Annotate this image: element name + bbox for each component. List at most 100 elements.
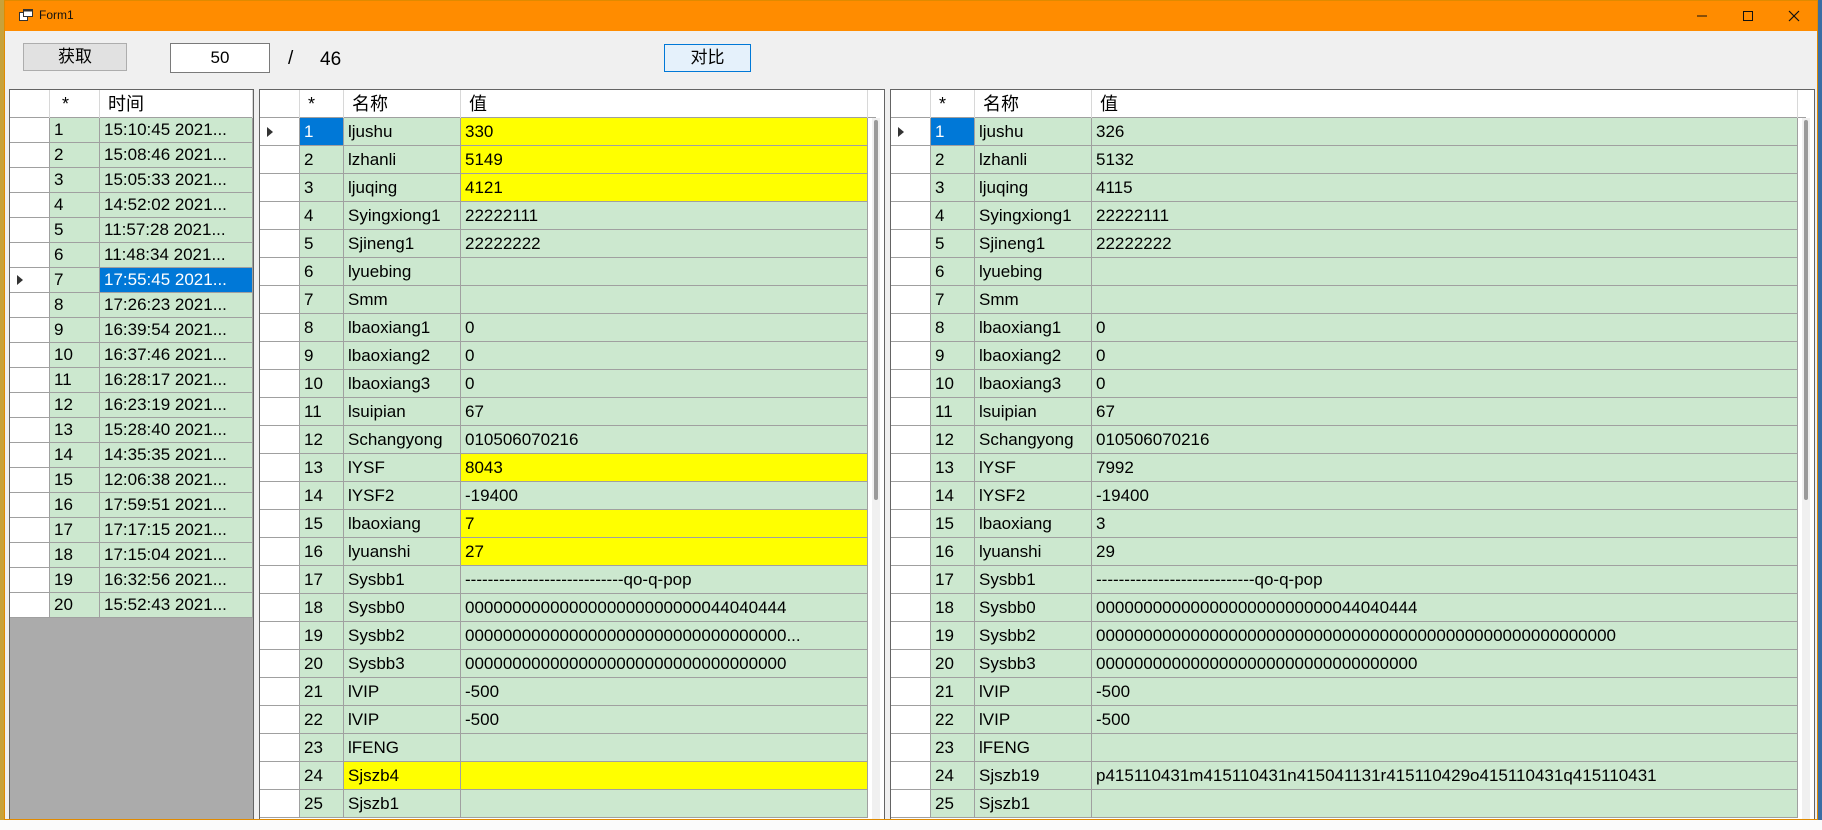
row-header[interactable]	[10, 118, 50, 142]
row-header[interactable]	[891, 174, 931, 201]
row-header[interactable]	[260, 650, 300, 677]
row-value[interactable]: 0000000000000000000000000044040444	[1092, 594, 1798, 621]
row-value[interactable]: 0	[461, 370, 868, 397]
row-value[interactable]: 7992	[1092, 454, 1798, 481]
list-item[interactable]: 5 11:57:28 2021...	[10, 218, 253, 243]
vertical-scrollbar[interactable]	[1802, 118, 1810, 819]
row-header[interactable]	[260, 258, 300, 285]
row-header[interactable]	[891, 678, 931, 705]
table-row[interactable]: 7 Smm	[260, 286, 868, 314]
row-value[interactable]: 8043	[461, 454, 868, 481]
table-row[interactable]: 10 lbaoxiang3 0	[891, 370, 1798, 398]
row-value[interactable]: 0	[461, 314, 868, 341]
row-header[interactable]	[891, 538, 931, 565]
row-header[interactable]	[891, 622, 931, 649]
list-item[interactable]: 7 17:55:45 2021...	[10, 268, 253, 293]
row-header[interactable]	[260, 174, 300, 201]
list-item[interactable]: 20 15:52:43 2021...	[10, 593, 253, 618]
row-header[interactable]	[260, 118, 300, 145]
table-row[interactable]: 23 lFENG	[891, 734, 1798, 762]
list-item[interactable]: 8 17:26:23 2021...	[10, 293, 253, 318]
row-value[interactable]	[1092, 790, 1798, 817]
maximize-button[interactable]	[1725, 1, 1771, 31]
row-header[interactable]	[891, 230, 931, 257]
table-row[interactable]: 13 lYSF 8043	[260, 454, 868, 482]
table-row[interactable]: 14 lYSF2 -19400	[260, 482, 868, 510]
table-row[interactable]: 6 lyuebing	[260, 258, 868, 286]
list-item[interactable]: 16 17:59:51 2021...	[10, 493, 253, 518]
row-header[interactable]	[260, 146, 300, 173]
table-row[interactable]: 11 lsuipian 67	[891, 398, 1798, 426]
compare-button[interactable]: 对比	[664, 44, 751, 72]
row-header[interactable]	[260, 734, 300, 761]
row-value[interactable]: 7	[461, 510, 868, 537]
row-header[interactable]	[260, 678, 300, 705]
row-value[interactable]	[461, 286, 868, 313]
row-header[interactable]	[260, 398, 300, 425]
table-row[interactable]: 8 lbaoxiang1 0	[260, 314, 868, 342]
row-value[interactable]: 29	[1092, 538, 1798, 565]
row-header[interactable]	[260, 230, 300, 257]
table-row[interactable]: 23 lFENG	[260, 734, 868, 762]
table-row[interactable]: 6 lyuebing	[891, 258, 1798, 286]
list-item[interactable]: 18 17:15:04 2021...	[10, 543, 253, 568]
row-value[interactable]	[1092, 734, 1798, 761]
table-row[interactable]: 3 ljuqing 4115	[891, 174, 1798, 202]
table-row[interactable]: 3 ljuqing 4121	[260, 174, 868, 202]
row-header[interactable]	[10, 368, 50, 392]
row-header[interactable]	[260, 762, 300, 789]
row-value[interactable]: ----------------------------qo-q-pop	[1092, 566, 1798, 593]
table-row[interactable]: 18 Sysbb0 00000000000000000000000000440404…	[260, 594, 868, 622]
row-header[interactable]	[260, 594, 300, 621]
column-header-time[interactable]: 时间	[100, 90, 253, 118]
row-header[interactable]	[10, 443, 50, 467]
row-value[interactable]: 5149	[461, 146, 868, 173]
row-header[interactable]	[260, 510, 300, 537]
row-header[interactable]	[891, 370, 931, 397]
row-header[interactable]	[891, 342, 931, 369]
row-header[interactable]	[10, 318, 50, 342]
row-header[interactable]	[891, 118, 931, 145]
list-item[interactable]: 15 12:06:38 2021...	[10, 468, 253, 493]
table-row[interactable]: 12 Schangyong 010506070216	[891, 426, 1798, 454]
row-header[interactable]	[260, 622, 300, 649]
row-header[interactable]	[10, 518, 50, 542]
row-header[interactable]	[10, 143, 50, 167]
row-value[interactable]: -500	[461, 706, 868, 733]
row-header[interactable]	[891, 286, 931, 313]
table-row[interactable]: 1 ljushu 330	[260, 118, 868, 146]
row-value[interactable]: 0	[1092, 342, 1798, 369]
row-value[interactable]: 010506070216	[1092, 426, 1798, 453]
scrollbar-thumb[interactable]	[1804, 120, 1808, 500]
row-header[interactable]	[891, 762, 931, 789]
table-row[interactable]: 15 lbaoxiang 7	[260, 510, 868, 538]
compare-values-grid[interactable]: * 名称 值 1 ljushu 326 2 lzhanli 5132 3 ljuqing 411…	[890, 89, 1815, 819]
row-value[interactable]: 0	[1092, 370, 1798, 397]
table-row[interactable]: 5 Sjineng1 22222222	[260, 230, 868, 258]
row-header[interactable]	[891, 510, 931, 537]
row-header[interactable]	[10, 493, 50, 517]
list-item[interactable]: 14 14:35:35 2021...	[10, 443, 253, 468]
list-item[interactable]: 11 16:28:17 2021...	[10, 368, 253, 393]
row-header[interactable]	[10, 193, 50, 217]
column-header-name[interactable]: 名称	[975, 90, 1092, 118]
table-row[interactable]: 8 lbaoxiang1 0	[891, 314, 1798, 342]
list-item[interactable]: 13 15:28:40 2021...	[10, 418, 253, 443]
row-header[interactable]	[10, 268, 50, 292]
table-row[interactable]: 22 lVIP -500	[260, 706, 868, 734]
table-row[interactable]: 2 lzhanli 5149	[260, 146, 868, 174]
row-value[interactable]: -500	[1092, 706, 1798, 733]
table-row[interactable]: 25 Sjszb1	[260, 790, 868, 818]
table-row[interactable]: 20 Sysbb3 00000000000000000000000000000000…	[260, 650, 868, 678]
table-row[interactable]: 24 Sjszb19 p415110431m415110431n415041131r…	[891, 762, 1798, 790]
minimize-button[interactable]	[1679, 1, 1725, 31]
list-item[interactable]: 10 16:37:46 2021...	[10, 343, 253, 368]
row-value[interactable]: 0000000000000000000000000000000000	[1092, 650, 1798, 677]
row-header[interactable]	[260, 314, 300, 341]
row-header[interactable]	[260, 454, 300, 481]
list-item[interactable]: 17 17:17:15 2021...	[10, 518, 253, 543]
row-value[interactable]: 22222222	[1092, 230, 1798, 257]
row-value[interactable]: 326	[1092, 118, 1798, 145]
title-bar[interactable]: Form1	[5, 1, 1817, 31]
table-row[interactable]: 21 lVIP -500	[891, 678, 1798, 706]
